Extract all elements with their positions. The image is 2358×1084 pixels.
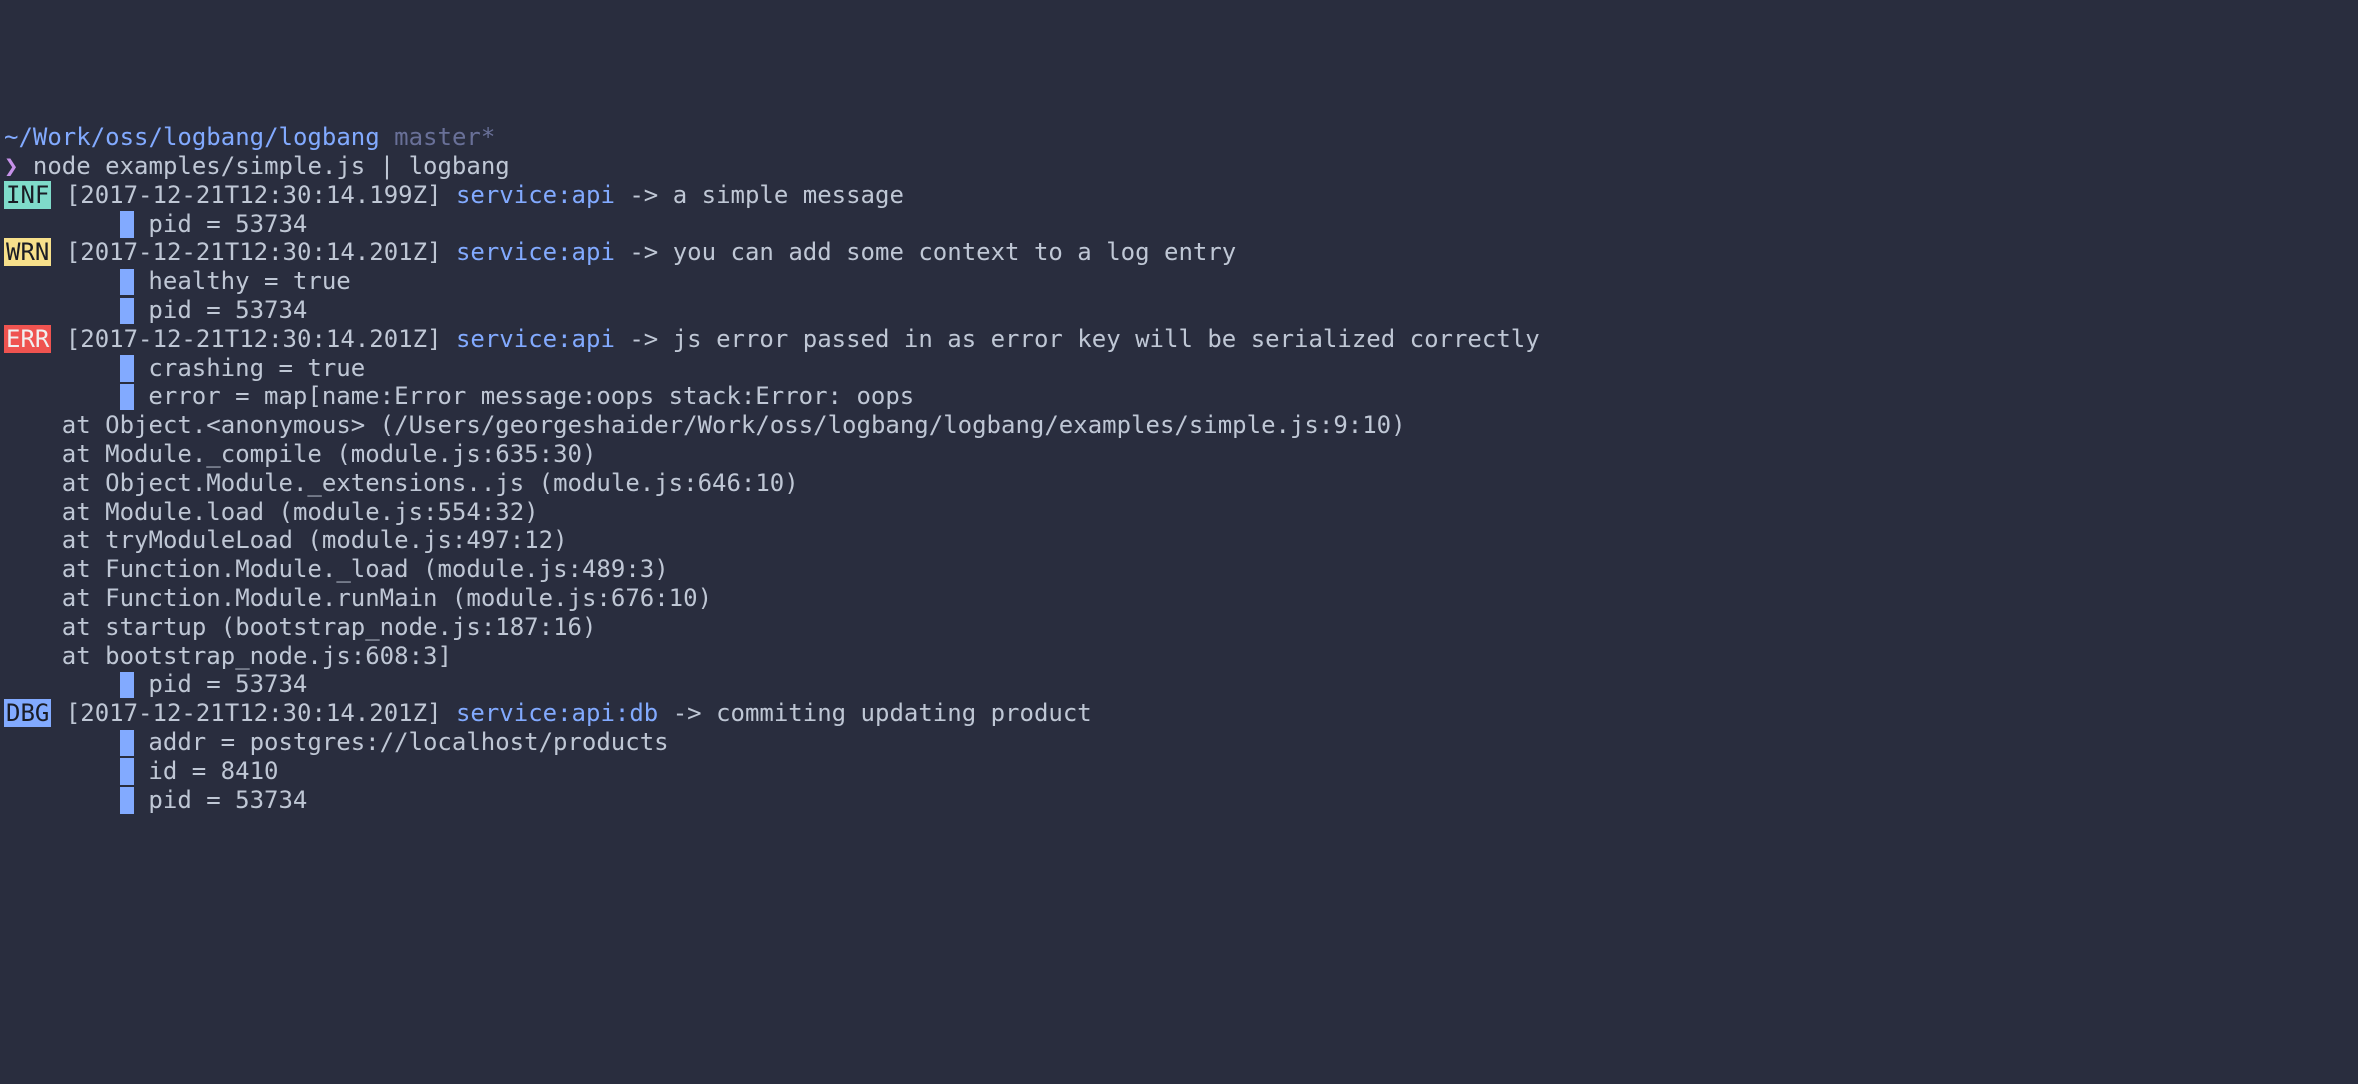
terminal-line: ~/Work/oss/logbang/logbang master* xyxy=(4,123,2354,152)
field-bar-icon xyxy=(120,355,134,381)
log-level-badge: INF xyxy=(4,181,51,209)
log-arrow: -> xyxy=(673,699,702,727)
log-service: service:api xyxy=(456,181,615,209)
field-bar-icon xyxy=(120,672,134,698)
terminal-line: at bootstrap_node.js:608:3] xyxy=(4,642,2354,671)
log-field: pid = 53734 xyxy=(134,670,307,698)
terminal-line: INF [2017-12-21T12:30:14.199Z] service:a… xyxy=(4,181,2354,210)
field-bar-icon xyxy=(120,298,134,324)
terminal-line: at Module.load (module.js:554:32) xyxy=(4,498,2354,527)
terminal-line: WRN [2017-12-21T12:30:14.201Z] service:a… xyxy=(4,238,2354,267)
log-level-badge: ERR xyxy=(4,325,51,353)
log-service: service:api:db xyxy=(456,699,658,727)
stack-frame: at Object.Module._extensions..js (module… xyxy=(4,469,799,497)
terminal-output[interactable]: ~/Work/oss/logbang/logbang master*❯ node… xyxy=(4,123,2354,814)
stack-frame: at Module.load (module.js:554:32) xyxy=(4,498,539,526)
log-field: error = map[name:Error message:oops stac… xyxy=(134,382,914,410)
terminal-line: pid = 53734 xyxy=(4,670,2354,699)
log-arrow: -> xyxy=(629,181,658,209)
field-bar-icon xyxy=(120,269,134,295)
terminal-line: ERR [2017-12-21T12:30:14.201Z] service:a… xyxy=(4,325,2354,354)
stack-frame: at tryModuleLoad (module.js:497:12) xyxy=(4,526,568,554)
log-message: commiting updating product xyxy=(716,699,1092,727)
log-field: healthy = true xyxy=(134,267,351,295)
log-field: id = 8410 xyxy=(134,757,279,785)
terminal-line: id = 8410 xyxy=(4,757,2354,786)
stack-frame: at Function.Module._load (module.js:489:… xyxy=(4,555,669,583)
log-timestamp: [2017-12-21T12:30:14.201Z] xyxy=(66,238,442,266)
log-level-badge: WRN xyxy=(4,238,51,266)
stack-frame: at Module._compile (module.js:635:30) xyxy=(4,440,596,468)
log-timestamp: [2017-12-21T12:30:14.201Z] xyxy=(66,325,442,353)
terminal-line: addr = postgres://localhost/products xyxy=(4,728,2354,757)
log-field: pid = 53734 xyxy=(134,786,307,814)
terminal-line: at Object.<anonymous> (/Users/georgeshai… xyxy=(4,411,2354,440)
log-field: pid = 53734 xyxy=(134,210,307,238)
cwd-path: ~/Work/oss/logbang/logbang xyxy=(4,123,380,151)
terminal-line: at Function.Module.runMain (module.js:67… xyxy=(4,584,2354,613)
log-field: crashing = true xyxy=(134,354,365,382)
terminal-line: at Object.Module._extensions..js (module… xyxy=(4,469,2354,498)
log-service: service:api xyxy=(456,325,615,353)
field-bar-icon xyxy=(120,211,134,237)
terminal-line: at tryModuleLoad (module.js:497:12) xyxy=(4,526,2354,555)
field-bar-icon xyxy=(120,384,134,410)
log-message: a simple message xyxy=(673,181,904,209)
terminal-line: ❯ node examples/simple.js | logbang xyxy=(4,152,2354,181)
log-field: addr = postgres://localhost/products xyxy=(134,728,669,756)
field-bar-icon xyxy=(120,787,134,813)
log-service: service:api xyxy=(456,238,615,266)
terminal-line: at startup (bootstrap_node.js:187:16) xyxy=(4,613,2354,642)
terminal-line: pid = 53734 xyxy=(4,296,2354,325)
terminal-line: healthy = true xyxy=(4,267,2354,296)
field-bar-icon xyxy=(120,730,134,756)
log-arrow: -> xyxy=(629,325,658,353)
terminal-line: DBG [2017-12-21T12:30:14.201Z] service:a… xyxy=(4,699,2354,728)
log-timestamp: [2017-12-21T12:30:14.199Z] xyxy=(66,181,442,209)
terminal-line: crashing = true xyxy=(4,354,2354,383)
field-bar-icon xyxy=(120,758,134,784)
git-branch: master* xyxy=(394,123,495,151)
log-message: js error passed in as error key will be … xyxy=(673,325,1540,353)
stack-frame: at bootstrap_node.js:608:3] xyxy=(4,642,452,670)
log-timestamp: [2017-12-21T12:30:14.201Z] xyxy=(66,699,442,727)
log-arrow: -> xyxy=(629,238,658,266)
stack-frame: at startup (bootstrap_node.js:187:16) xyxy=(4,613,596,641)
command-text: node examples/simple.js | logbang xyxy=(33,152,510,180)
log-message: you can add some context to a log entry xyxy=(673,238,1237,266)
log-field: pid = 53734 xyxy=(134,296,307,324)
terminal-line: at Module._compile (module.js:635:30) xyxy=(4,440,2354,469)
stack-frame: at Object.<anonymous> (/Users/georgeshai… xyxy=(4,411,1406,439)
terminal-line: pid = 53734 xyxy=(4,786,2354,815)
prompt-symbol: ❯ xyxy=(4,152,18,180)
terminal-line: at Function.Module._load (module.js:489:… xyxy=(4,555,2354,584)
terminal-line: pid = 53734 xyxy=(4,210,2354,239)
stack-frame: at Function.Module.runMain (module.js:67… xyxy=(4,584,712,612)
log-level-badge: DBG xyxy=(4,699,51,727)
terminal-line: error = map[name:Error message:oops stac… xyxy=(4,382,2354,411)
